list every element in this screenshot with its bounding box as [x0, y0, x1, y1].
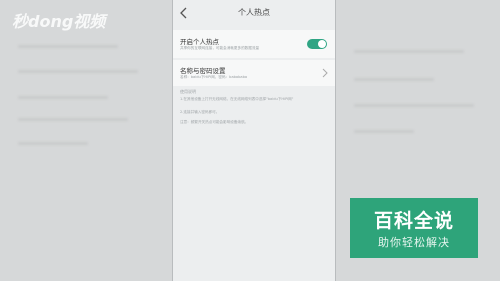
toggle-knob — [318, 40, 326, 48]
blurred-text — [18, 118, 128, 121]
hotspot-toggle-label: 开启个人热点 — [180, 38, 219, 46]
hotspot-toggle-switch[interactable] — [307, 39, 327, 49]
phone-screen: 个人热点 开启个人热点 共享你的互联网连接，可能会消耗更多的数据流量 名称与密码… — [172, 0, 336, 281]
blurred-text — [354, 104, 474, 107]
brand-logo-subtitle: 助你轻松解决 — [378, 236, 450, 249]
blurred-text — [18, 70, 138, 73]
brand-logo-title: 百科全说 — [373, 210, 454, 232]
blurred-text — [354, 50, 464, 53]
blurred-text — [18, 96, 108, 99]
name-password-summary: 名称：baidu下HiPi网，密码：babababa — [180, 75, 248, 79]
hotspot-toggle-row[interactable]: 开启个人热点 共享你的互联网连接，可能会消耗更多的数据流量 — [173, 30, 335, 58]
blurred-text — [354, 130, 414, 133]
blurred-text — [354, 78, 434, 81]
blurred-background-left — [0, 0, 172, 281]
baike-brand-logo: 百科全说 助你轻松解决 — [350, 198, 478, 258]
chevron-right-icon — [322, 68, 328, 78]
usage-hint-heading: 使用说明 — [180, 89, 196, 94]
usage-hint-line: 注意：频繁开关热点可能会影响设备续航。 — [180, 120, 249, 124]
usage-hint-line: 1.在其他设备上打开无线网络，在无线网络列表中选择"baidu下HiPi网" — [180, 97, 294, 101]
hotspot-toggle-description: 共享你的互联网连接，可能会消耗更多的数据流量 — [180, 46, 260, 50]
name-password-settings-row[interactable]: 名称与密码设置 名称：baidu下HiPi网，密码：babababa — [173, 60, 335, 86]
top-bar: 个人热点 — [173, 0, 335, 26]
name-password-label: 名称与密码设置 — [180, 67, 226, 75]
usage-hint-line: 2.连接并输入密码即可。 — [180, 110, 220, 114]
page-title: 个人热点 — [238, 8, 270, 17]
video-watermark: 秒dong视频 — [12, 12, 106, 31]
blurred-text — [18, 142, 88, 145]
blurred-text — [18, 45, 118, 48]
